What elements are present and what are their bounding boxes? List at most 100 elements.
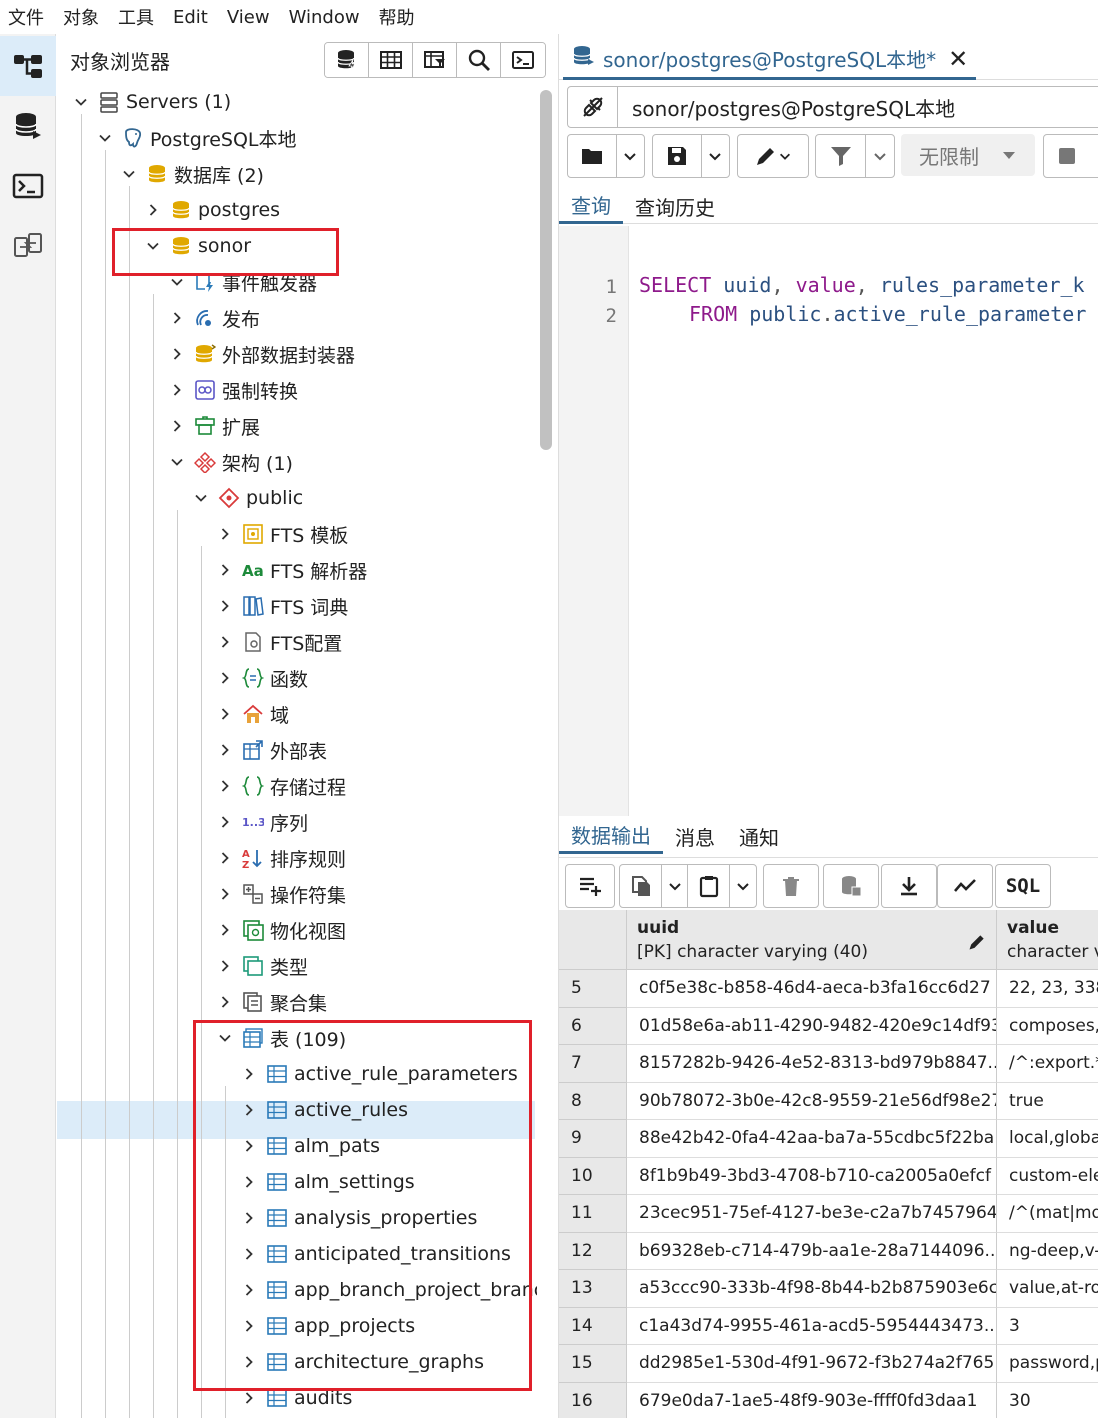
cell-value[interactable]: 22, 23, 338 xyxy=(997,970,1098,1008)
cell-uuid[interactable]: a53ccc90-333b-4f98-8b44-b2b875903e6c xyxy=(627,1270,997,1308)
copy-button[interactable] xyxy=(620,865,662,907)
chevron-right-icon[interactable] xyxy=(237,1386,261,1410)
tree-node[interactable]: 外部表 xyxy=(213,732,327,768)
tree-node[interactable]: 物化视图 xyxy=(213,912,346,948)
chevron-right-icon[interactable] xyxy=(213,522,237,546)
chevron-down-icon[interactable] xyxy=(69,90,93,114)
chevron-right-icon[interactable] xyxy=(237,1170,261,1194)
chevron-right-icon[interactable] xyxy=(213,594,237,618)
cell-uuid[interactable]: 90b78072-3b0e-42c8-9559-21e56df98e27 xyxy=(627,1082,997,1120)
save-data-button[interactable] xyxy=(824,865,878,907)
chevron-right-icon[interactable] xyxy=(213,990,237,1014)
chevron-right-icon[interactable] xyxy=(237,1098,261,1122)
search-objects-button[interactable] xyxy=(457,43,501,77)
menu-file[interactable]: 文件 xyxy=(8,4,44,30)
tree-node[interactable]: alm_pats xyxy=(237,1128,380,1164)
tree-node[interactable]: 事件触发器 xyxy=(165,264,317,300)
cell-value[interactable]: custom-ele xyxy=(997,1158,1098,1195)
row-number[interactable]: 14 xyxy=(559,1307,627,1345)
cell-uuid[interactable]: 01d58e6a-ab11-4290-9482-420e9c14df93 xyxy=(627,1007,997,1045)
schema-diff-button[interactable] xyxy=(0,216,56,276)
chevron-down-icon[interactable] xyxy=(141,234,165,258)
tree-node[interactable]: FTS 模板 xyxy=(213,516,348,552)
menu-tools[interactable]: 工具 xyxy=(118,4,154,30)
filter-button[interactable] xyxy=(816,135,866,177)
tree-node[interactable]: 数据库 (2) xyxy=(117,156,264,192)
cell-value[interactable]: /^(mat|md| xyxy=(997,1195,1098,1233)
row-number[interactable]: 15 xyxy=(559,1345,627,1383)
tree-node[interactable]: PostgreSQL本地 xyxy=(93,120,297,156)
chevron-right-icon[interactable] xyxy=(237,1206,261,1230)
tree-node[interactable]: 强制转换 xyxy=(165,372,298,408)
chevron-right-icon[interactable] xyxy=(213,846,237,870)
cell-uuid[interactable]: 8f1b9b49-3bd3-4708-b710-ca2005a0efcf xyxy=(627,1157,997,1195)
tree-node[interactable]: alm_settings xyxy=(237,1164,415,1200)
psql-tool-button[interactable] xyxy=(0,156,56,216)
psql-tool-toolbar-button[interactable] xyxy=(501,43,545,77)
filter-rows-button[interactable] xyxy=(413,43,457,77)
cell-value[interactable]: true xyxy=(997,1083,1098,1120)
table-row[interactable]: 13 a53ccc90-333b-4f98-8b44-b2b875903e6c va… xyxy=(559,1270,1098,1308)
tree-node[interactable]: FTS配置 xyxy=(213,624,342,660)
row-number[interactable]: 10 xyxy=(559,1157,627,1195)
table-row[interactable]: 15 dd2985e1-530d-4f91-9672-f3b274a2f765 pa… xyxy=(559,1345,1098,1383)
chevron-right-icon[interactable] xyxy=(213,954,237,978)
chevron-right-icon[interactable] xyxy=(213,918,237,942)
tree-node[interactable]: architecture_graphs xyxy=(237,1344,484,1380)
chevron-down-icon[interactable] xyxy=(165,450,189,474)
stop-button[interactable] xyxy=(1044,135,1090,177)
edit-menu-button[interactable] xyxy=(738,135,808,177)
close-tab-icon[interactable]: ✕ xyxy=(948,45,968,73)
row-number[interactable]: 8 xyxy=(559,1082,627,1120)
chevron-down-icon[interactable] xyxy=(93,126,117,150)
table-row[interactable]: 11 23cec951-75ef-4127-be3e-c2a7b7457964/^… xyxy=(559,1195,1098,1233)
row-number[interactable]: 9 xyxy=(559,1120,627,1158)
connection-status-button[interactable] xyxy=(568,87,618,127)
tab-data-output[interactable]: 数据输出 xyxy=(559,818,663,854)
row-number[interactable]: 13 xyxy=(559,1270,627,1308)
row-number[interactable]: 16 xyxy=(559,1382,627,1418)
cell-uuid[interactable]: 88e42b42-0fa4-42aa-ba7a-55cdbc5f22ba xyxy=(627,1120,997,1158)
chevron-down-icon[interactable] xyxy=(117,162,141,186)
save-button[interactable] xyxy=(653,135,702,177)
paste-dropdown[interactable] xyxy=(730,865,756,907)
column-header-value[interactable]: value character v xyxy=(997,910,1098,970)
tree-node[interactable]: active_rules xyxy=(237,1092,408,1128)
tree-node[interactable]: analysis_properties xyxy=(237,1200,477,1236)
query-tool-toolbar-button[interactable] xyxy=(325,43,369,77)
pencil-icon[interactable] xyxy=(967,932,987,952)
table-row[interactable]: 10 8f1b9b49-3bd3-4708-b710-ca2005a0efcf cu… xyxy=(559,1157,1098,1195)
menu-view[interactable]: View xyxy=(227,7,270,28)
cell-value[interactable]: password,p xyxy=(997,1345,1098,1383)
download-button[interactable] xyxy=(882,865,936,907)
tree-node[interactable]: active_rule_parameters xyxy=(237,1056,518,1092)
tree-node[interactable]: 存储过程 xyxy=(213,768,346,804)
tree-node[interactable]: 聚合集 xyxy=(213,984,327,1020)
tree-node[interactable]: 表 (109) xyxy=(213,1020,346,1056)
cell-value[interactable]: 30 xyxy=(997,1383,1098,1418)
row-number[interactable]: 11 xyxy=(559,1195,627,1233)
chevron-right-icon[interactable] xyxy=(237,1350,261,1374)
table-row[interactable]: 6 01d58e6a-ab11-4290-9482-420e9c14df93 com… xyxy=(559,1007,1098,1045)
column-header-uuid[interactable]: uuid [PK] character varying (40) xyxy=(627,910,997,970)
tree-node[interactable]: anticipated_transitions xyxy=(237,1236,511,1272)
tree-node[interactable]: 操作符集 xyxy=(213,876,346,912)
table-row[interactable]: 7 8157282b-9426-4e52-8313-bd979b8847.../^… xyxy=(559,1045,1098,1083)
tree-node[interactable]: 扩展 xyxy=(165,408,260,444)
menu-edit[interactable]: Edit xyxy=(173,7,208,28)
tree-node[interactable]: postgres xyxy=(141,192,280,228)
cell-value[interactable]: /^:export.*/ xyxy=(997,1045,1098,1083)
tree-node[interactable]: 架构 (1) xyxy=(165,444,293,480)
chevron-right-icon[interactable] xyxy=(237,1134,261,1158)
chevron-right-icon[interactable] xyxy=(165,342,189,366)
tab-messages[interactable]: 消息 xyxy=(663,818,727,854)
cell-uuid[interactable]: 23cec951-75ef-4127-be3e-c2a7b7457964 xyxy=(627,1195,997,1233)
chevron-right-icon[interactable] xyxy=(213,630,237,654)
tree-node[interactable]: app_branch_project_branch xyxy=(237,1272,537,1308)
menu-window[interactable]: Window xyxy=(289,7,360,28)
tree-node[interactable]: public xyxy=(189,480,303,516)
table-row[interactable]: 14 c1a43d74-9955-461a-acd5-5954443473... 3 xyxy=(559,1307,1098,1345)
chevron-right-icon[interactable] xyxy=(165,306,189,330)
menu-object[interactable]: 对象 xyxy=(63,4,99,30)
cell-value[interactable]: ng-deep,v-c xyxy=(997,1233,1098,1270)
